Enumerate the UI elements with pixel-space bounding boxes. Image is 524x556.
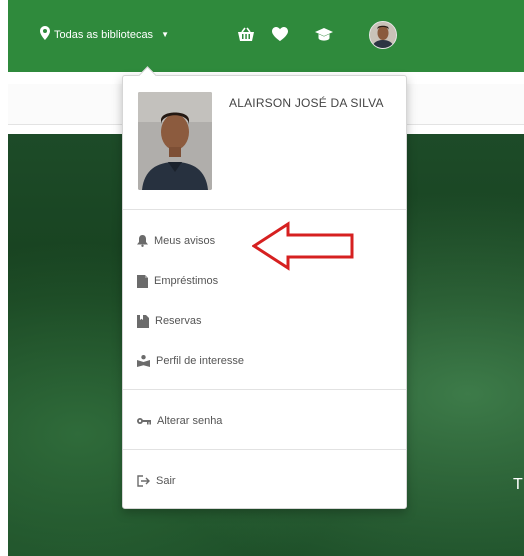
menu-item-perfil-de-interesse[interactable]: Perfil de interesse (137, 352, 244, 370)
menu-item-meus-avisos[interactable]: Meus avisos (137, 232, 215, 250)
user-avatar[interactable] (369, 21, 397, 49)
bell-icon (137, 235, 148, 247)
bookmark-icon (137, 314, 149, 328)
menu-item-sair[interactable]: Sair (137, 472, 176, 490)
menu-item-label: Meus avisos (154, 235, 216, 247)
menu-item-alterar-senha[interactable]: Alterar senha (137, 412, 222, 430)
top-navbar: Todas as bibliotecas ▼ (8, 0, 524, 72)
library-selector-label: Todas as bibliotecas (54, 28, 154, 41)
profile-photo (138, 92, 212, 190)
book-icon (137, 274, 148, 288)
graduation-cap-icon (315, 27, 333, 41)
menu-item-emprestimos[interactable]: Empréstimos (137, 272, 218, 290)
divider (123, 209, 406, 210)
library-selector[interactable]: Todas as bibliotecas ▼ (40, 26, 169, 43)
menu-item-label: Alterar senha (157, 415, 223, 427)
annotation-arrow (252, 221, 354, 271)
courses-button[interactable] (314, 25, 334, 43)
menu-item-label: Empréstimos (154, 275, 219, 287)
map-pin-icon (40, 26, 50, 43)
caret-down-icon: ▼ (161, 30, 169, 39)
user-menu-dropdown: ALAIRSON JOSÉ DA SILVA Meus avisos Empré… (122, 75, 407, 509)
key-icon (137, 418, 151, 425)
user-name: ALAIRSON JOSÉ DA SILVA (229, 96, 384, 110)
divider (123, 449, 406, 450)
menu-item-label: Perfil de interesse (156, 355, 245, 367)
favorites-button[interactable] (270, 25, 290, 43)
divider (123, 389, 406, 390)
hero-text: T (513, 476, 523, 493)
reader-icon (137, 355, 150, 367)
sign-out-icon (137, 475, 150, 487)
menu-item-reservas[interactable]: Reservas (137, 312, 201, 330)
basket-icon (238, 27, 254, 41)
basket-button[interactable] (236, 25, 256, 43)
heart-icon (272, 27, 288, 41)
menu-item-label: Reservas (155, 315, 202, 327)
menu-item-label: Sair (156, 475, 176, 487)
